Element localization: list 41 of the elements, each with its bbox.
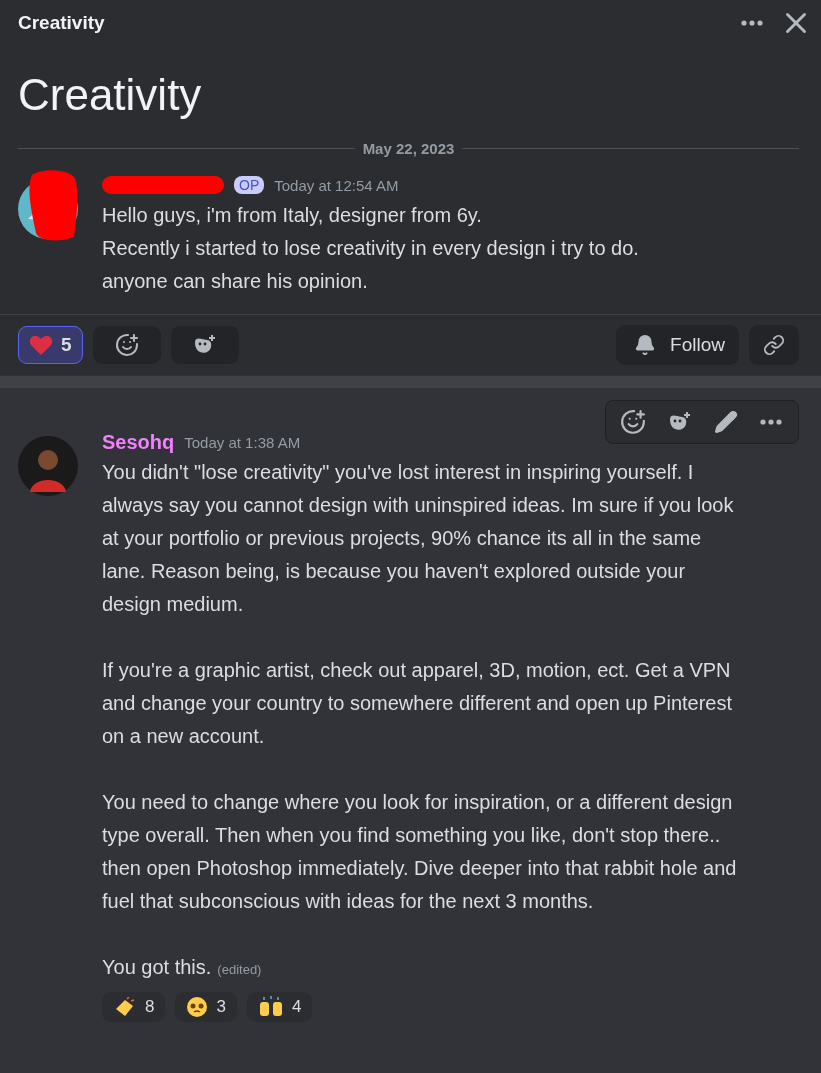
more-options-button[interactable] bbox=[741, 20, 763, 26]
add-super-reaction-button[interactable] bbox=[668, 411, 692, 433]
ellipsis-icon bbox=[741, 20, 763, 26]
smiley-plus-icon bbox=[620, 409, 646, 435]
add-reaction-button[interactable] bbox=[620, 409, 646, 435]
smiley-plus-icon bbox=[114, 333, 139, 357]
copy-link-button[interactable] bbox=[749, 325, 799, 365]
link-icon bbox=[763, 334, 785, 356]
op-badge: OP bbox=[234, 176, 265, 194]
reaction-button[interactable]: 5 bbox=[18, 326, 83, 364]
reaction-button[interactable]: 4 bbox=[246, 992, 313, 1022]
add-reaction-button[interactable] bbox=[92, 326, 161, 364]
avatar bbox=[18, 436, 78, 496]
heart-icon bbox=[29, 334, 53, 356]
timestamp: Today at 1:38 AM bbox=[184, 433, 301, 451]
message-text: If you're a graphic artist, check out apparel, 3D, motion, ect. Get a VPN and change your country to somewhere different and open up Pinterest on a new account. bbox=[102, 658, 734, 749]
message-text: Recently i started to lose creativity in every design i try to do. bbox=[102, 236, 640, 261]
reaction-button[interactable]: 8 bbox=[102, 992, 166, 1022]
follow-button[interactable]: Follow bbox=[616, 325, 739, 365]
pencil-icon bbox=[714, 410, 738, 434]
edited-label: (edited) bbox=[217, 962, 262, 977]
super-reaction-icon bbox=[668, 411, 692, 433]
message-text: You didn't "lose creativity" you've lost interest in inspiring yourself. I always say you cannot design with uninspired ideas. Im sure if you look at your portfolio or previous projects, 90% chance its all in the same lane. Reason being, is because you haven't explored outside your design medium. bbox=[102, 460, 735, 617]
bell-icon bbox=[634, 334, 657, 356]
thread-title: Creativity bbox=[18, 12, 106, 34]
add-super-reaction-button[interactable] bbox=[170, 326, 239, 364]
message-text: You got this. bbox=[102, 956, 212, 978]
super-reaction-icon bbox=[192, 334, 217, 356]
edit-button[interactable] bbox=[714, 410, 738, 434]
message-text: Hello guys, i'm from Italy, designer from 6y. bbox=[102, 203, 483, 228]
message-text: You need to change where you look for inspiration, or a different design type overall. Then when you find something you like, don't stop there.. then open Photoshop immediately. Dive deeper into that rabbit hole and fuel that subconscious with ideas for the next 3 months. bbox=[102, 790, 738, 914]
raised-hands-icon bbox=[257, 996, 284, 1018]
timestamp: Today at 12:54 AM bbox=[274, 176, 399, 194]
ellipsis-icon bbox=[760, 419, 782, 425]
reaction-button[interactable]: 3 bbox=[175, 992, 237, 1022]
post-title: Creativity bbox=[18, 70, 203, 120]
author-name[interactable]: Sesohq bbox=[102, 430, 175, 454]
date-divider: May 22, 2023 bbox=[362, 140, 455, 157]
more-options-button[interactable] bbox=[760, 419, 782, 425]
pleading-face-icon bbox=[186, 996, 209, 1018]
message-text: anyone can share his opinion. bbox=[102, 269, 369, 294]
